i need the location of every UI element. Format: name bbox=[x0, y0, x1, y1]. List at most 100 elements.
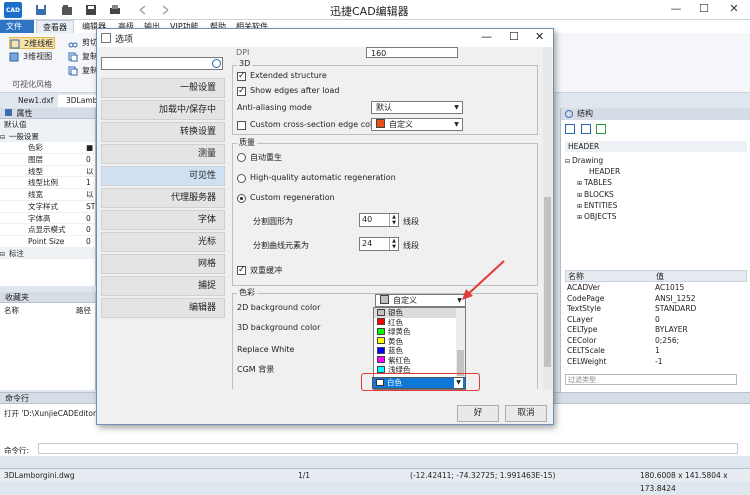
list-view-icon[interactable] bbox=[565, 124, 575, 134]
maximize-button[interactable]: ☐ bbox=[694, 2, 714, 18]
tree-item-entities[interactable]: ⊞ ENTITIES bbox=[565, 200, 747, 211]
property-row[interactable]: 图层 0 bbox=[0, 154, 95, 166]
property-row[interactable]: Point Size 0 bbox=[0, 236, 95, 248]
tab-viewer[interactable]: 查看器 bbox=[36, 20, 74, 33]
property-row[interactable]: 线宽以 bbox=[0, 189, 95, 201]
tree-item-drawing[interactable]: ⊟ Drawing bbox=[565, 155, 747, 166]
var-row[interactable]: CodePage ANSI_1252 bbox=[565, 294, 747, 305]
property-row[interactable]: 文字样式 ST bbox=[0, 201, 95, 213]
nav-item[interactable]: 代理服务器 bbox=[101, 188, 225, 208]
ok-button[interactable]: 好 bbox=[457, 405, 499, 422]
color-option[interactable]: 黄色 bbox=[374, 337, 465, 347]
favorites-col-path[interactable]: 路径 bbox=[76, 305, 91, 316]
wireframe-2d-button[interactable]: 2维线框 bbox=[9, 37, 55, 49]
color-option[interactable]: 绿黄色 bbox=[374, 327, 465, 337]
filter-input[interactable]: 过滤类型 bbox=[565, 374, 737, 385]
open-icon[interactable] bbox=[60, 3, 74, 17]
property-row[interactable]: 线型以 bbox=[0, 166, 95, 178]
property-row[interactable]: 线型比例 1 bbox=[0, 177, 95, 190]
collapse-icon[interactable]: ⊟ bbox=[0, 251, 7, 258]
cube-icon bbox=[9, 52, 19, 62]
color-option[interactable]: 蓝色 bbox=[374, 346, 465, 356]
dialog-close-button[interactable]: ✕ bbox=[535, 30, 544, 43]
nav-item[interactable]: 可见性 bbox=[101, 166, 225, 186]
dialog-minimize-button[interactable]: — bbox=[481, 30, 492, 43]
dialog-maximize-button[interactable]: ☐ bbox=[509, 30, 519, 43]
aa-mode-select[interactable]: 默认 ▼ bbox=[371, 101, 463, 114]
view-3d-button[interactable]: 3维视图 bbox=[9, 51, 55, 63]
var-row[interactable]: CLayer 0 bbox=[565, 315, 747, 326]
color-option[interactable]: 银色 bbox=[374, 308, 465, 318]
var-row[interactable]: ACADVer AC1015 bbox=[565, 283, 747, 294]
search-icon[interactable] bbox=[212, 59, 221, 68]
dpi-value[interactable]: 160 bbox=[366, 47, 458, 58]
copy-button-2[interactable]: 复制 bbox=[68, 65, 98, 77]
nav-item[interactable]: 字体 bbox=[101, 210, 225, 230]
bg2d-select[interactable]: 自定义 ▼ bbox=[375, 294, 466, 307]
nav-item[interactable]: 测量 bbox=[101, 144, 225, 164]
color-options: 银色 红色 绿黄色 黄色 蓝色 紫红色 浅绿色 bbox=[374, 308, 465, 375]
structure-header: 结构 bbox=[561, 108, 750, 120]
double-buffer-checkbox[interactable] bbox=[237, 265, 246, 275]
spline-segments-stepper[interactable]: 24 ▲ ▼ bbox=[359, 237, 399, 251]
custom-edge-label: Custom cross-section edge color bbox=[250, 120, 381, 129]
nav-item[interactable]: 加载中/保存中 bbox=[101, 100, 225, 120]
doc-tab-3dlambor[interactable]: 3DLambor bbox=[58, 95, 105, 107]
var-row[interactable]: CEColor 0;256; bbox=[565, 336, 747, 347]
tree-item-tables[interactable]: ⊞ TABLES bbox=[565, 177, 747, 188]
nav-item[interactable]: 光标 bbox=[101, 232, 225, 252]
collapse-icon[interactable]: ⊟ bbox=[0, 134, 7, 141]
grid-view-icon[interactable] bbox=[580, 124, 591, 134]
cancel-button[interactable]: 取消 bbox=[505, 405, 547, 422]
color-option[interactable]: 紫红色 bbox=[374, 356, 465, 366]
var-row[interactable]: TextStyle STANDARD bbox=[565, 304, 747, 315]
close-button[interactable]: ✕ bbox=[724, 2, 744, 18]
tab-file[interactable]: 文件 bbox=[0, 20, 34, 33]
scrollbar-thumb[interactable] bbox=[544, 197, 551, 367]
custom-edge-select[interactable]: 自定义 ▼ bbox=[371, 118, 463, 131]
tree-item-blocks[interactable]: ⊞ BLOCKS bbox=[565, 189, 747, 200]
copy-button[interactable]: 复制 bbox=[68, 51, 98, 63]
circle-segments-stepper[interactable]: 40 ▲ ▼ bbox=[359, 213, 399, 227]
auto-regen-radio[interactable] bbox=[237, 153, 246, 162]
show-edges-checkbox[interactable] bbox=[237, 86, 246, 96]
custom-regen-radio[interactable] bbox=[237, 194, 246, 203]
favorites-col-name[interactable]: 名称 bbox=[4, 305, 19, 316]
property-row[interactable]: 点显示模式 0 bbox=[0, 224, 95, 236]
property-row[interactable]: ⊟ 标注 bbox=[0, 247, 95, 260]
check-view-icon[interactable] bbox=[596, 124, 607, 134]
nav-item[interactable]: 网格 bbox=[101, 254, 225, 274]
options-dialog: 选项 — ☐ ✕ 一般设置 加载中/保存中 转换设置 测量 可见性 代理服务器 字体 光标 网格… bbox=[96, 28, 554, 425]
custom-edge-checkbox[interactable] bbox=[237, 121, 246, 130]
save-as-icon[interactable] bbox=[84, 3, 98, 17]
undo-icon[interactable] bbox=[136, 3, 150, 17]
var-row[interactable]: CELTScale 1 bbox=[565, 346, 747, 357]
tree-item-objects[interactable]: ⊞ OBJECTS bbox=[565, 211, 747, 222]
favorites-header: 收藏夹 bbox=[0, 292, 95, 303]
var-row[interactable]: CELWeight -1 bbox=[565, 357, 747, 368]
content-scrollbar[interactable] bbox=[543, 47, 552, 389]
doc-tab-new1[interactable]: New1.dxf bbox=[10, 95, 61, 107]
color-option[interactable]: 红色 bbox=[374, 318, 465, 328]
tree-item-header[interactable]: HEADER bbox=[565, 166, 747, 177]
var-row[interactable]: CELType BYLAYER bbox=[565, 325, 747, 336]
nav-item[interactable]: 编辑器 bbox=[101, 298, 225, 318]
nav-item[interactable]: 一般设置 bbox=[101, 78, 225, 98]
property-row[interactable]: 字体高 0 bbox=[0, 213, 95, 225]
redo-icon[interactable] bbox=[158, 3, 172, 17]
aa-mode-label: Anti-aliasing mode bbox=[237, 103, 312, 112]
minimize-button[interactable]: — bbox=[666, 2, 686, 18]
properties-header: 属性 bbox=[0, 108, 95, 119]
save-icon[interactable] bbox=[34, 3, 48, 17]
command-input[interactable] bbox=[38, 443, 738, 454]
property-row[interactable]: 色彩 ■ bbox=[0, 142, 95, 155]
hq-regen-radio[interactable] bbox=[237, 174, 246, 183]
nav-item[interactable]: 捕捉 bbox=[101, 276, 225, 296]
nav-item[interactable]: 转换设置 bbox=[101, 122, 225, 142]
nav-search-input[interactable] bbox=[101, 57, 223, 70]
cut-button[interactable]: 剪切 bbox=[68, 37, 98, 49]
extended-structure-checkbox[interactable] bbox=[237, 71, 246, 81]
property-row[interactable]: ⊟ 一般设置 bbox=[0, 130, 95, 143]
ribbon-group-label: 可视化风格 bbox=[12, 80, 52, 89]
print-icon[interactable] bbox=[108, 3, 122, 17]
